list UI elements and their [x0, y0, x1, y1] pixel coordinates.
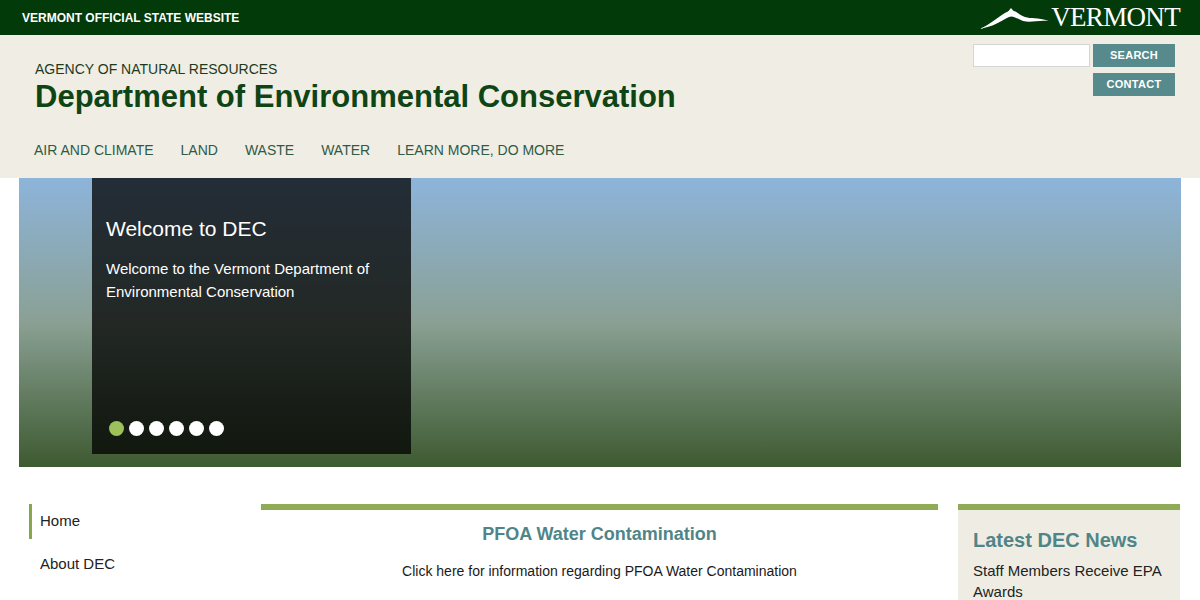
nav-item[interactable]: LAND	[181, 140, 218, 161]
nav-item[interactable]: LEARN MORE, DO MORE	[397, 140, 564, 161]
page: VERMONT OFFICIAL STATE WEBSITE VERMONT AGE…	[0, 0, 1200, 600]
search-button[interactable]: SEARCH	[1093, 44, 1175, 67]
sidebar: Home About DEC	[29, 504, 261, 600]
hero-title: Welcome to DEC	[106, 216, 397, 242]
vermont-logo[interactable]: VERMONT	[979, 4, 1180, 31]
news-title: Latest DEC News	[973, 528, 1165, 552]
slide-dot[interactable]	[209, 421, 224, 436]
slide-dot[interactable]	[189, 421, 204, 436]
news-item[interactable]: Staff Members Receive EPA Awards	[973, 560, 1165, 600]
news-panel: Latest DEC News Staff Members Receive EPA…	[958, 504, 1180, 600]
slide-dot[interactable]	[149, 421, 164, 436]
search-input[interactable]	[973, 44, 1090, 67]
top-bar: VERMONT OFFICIAL STATE WEBSITE VERMONT	[0, 0, 1200, 35]
agency-label: AGENCY OF NATURAL RESOURCES	[35, 61, 676, 77]
slide-dot[interactable]	[129, 421, 144, 436]
contact-button[interactable]: CONTACT	[1093, 73, 1175, 96]
hero-text: Welcome to the Vermont Department of Env…	[106, 257, 397, 303]
header: AGENCY OF NATURAL RESOURCES Department of…	[0, 35, 1200, 178]
slide-dot[interactable]	[169, 421, 184, 436]
hero-caption: Welcome to DEC Welcome to the Vermont Dep…	[92, 178, 411, 454]
hero-carousel: Welcome to DEC Welcome to the Vermont Dep…	[19, 178, 1181, 467]
state-website-label[interactable]: VERMONT OFFICIAL STATE WEBSITE	[22, 9, 239, 27]
slide-dot[interactable]	[109, 421, 124, 436]
main-nav: AIR AND CLIMATE LAND WASTE WATER LEARN MORE,…	[0, 140, 1200, 161]
nav-item[interactable]: WASTE	[245, 140, 294, 161]
feature-link[interactable]: Click here for information regarding PFO…	[402, 561, 797, 582]
sidebar-item[interactable]: Home	[29, 504, 261, 539]
feature-panel: PFOA Water Contamination Click here for i…	[261, 504, 938, 600]
nav-item[interactable]: AIR AND CLIMATE	[34, 140, 154, 161]
nav-item[interactable]: WATER	[321, 140, 370, 161]
department-title[interactable]: Department of Environmental Conservation	[35, 79, 676, 115]
mountain-icon	[979, 5, 1049, 31]
sidebar-item[interactable]: About DEC	[29, 547, 261, 582]
feature-title: PFOA Water Contamination	[482, 521, 717, 548]
